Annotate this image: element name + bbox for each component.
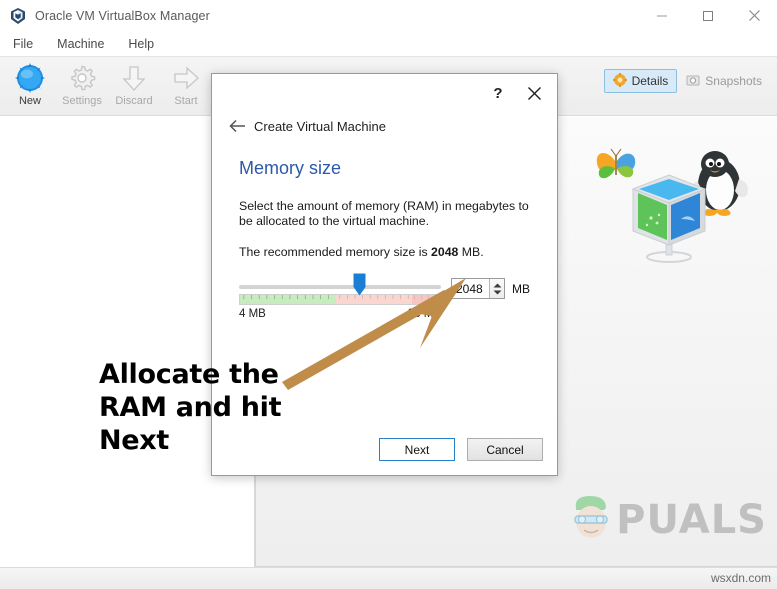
toolbar-label-settings: Settings [62, 95, 102, 107]
status-bar [0, 567, 777, 589]
scale-min-label: 4 MB [239, 308, 266, 320]
tab-details[interactable]: Details [603, 69, 678, 93]
slider-track[interactable] [239, 273, 441, 296]
scale-segment-green [240, 295, 336, 304]
dialog-heading: Memory size [239, 158, 342, 178]
spinbox-arrows[interactable] [489, 279, 504, 298]
scale-labels: 4 MB 96 MB [239, 308, 441, 320]
help-button[interactable]: ? [481, 78, 515, 108]
toolbar-buttons: New Settings Discard Start [0, 57, 212, 107]
dialog-nav: Create Virtual Machine [212, 112, 557, 140]
new-star-icon [15, 62, 45, 94]
dialog-top-bar: ? [212, 74, 557, 112]
memory-spinbox-wrap: 2048 MB [451, 278, 530, 299]
gear-icon [67, 62, 97, 94]
cancel-button[interactable]: Cancel [467, 438, 543, 461]
menu-item-help[interactable]: Help [125, 35, 165, 53]
memory-slider[interactable]: 4 MB 96 MB [239, 273, 451, 320]
memory-unit-label: MB [512, 281, 530, 296]
maximize-button[interactable] [685, 0, 731, 31]
toolbar-button-new[interactable]: New [4, 60, 56, 107]
title-bar: Oracle VM VirtualBox Manager [0, 0, 777, 32]
spinner-down-icon [493, 290, 501, 294]
virtualbox-icon [9, 7, 27, 25]
recommended-suffix: MB. [458, 245, 484, 259]
recommended-prefix: The recommended memory size is [239, 245, 432, 259]
memory-spinbox[interactable]: 2048 [451, 278, 505, 299]
dialog-paragraph-1: Select the amount of memory (RAM) in meg… [239, 199, 529, 228]
toolbar-button-discard[interactable]: Discard [108, 60, 160, 107]
scale-segment-red [412, 295, 440, 304]
menu-item-machine[interactable]: Machine [54, 35, 115, 53]
tab-details-label: Details [631, 74, 669, 88]
window-controls [639, 0, 777, 31]
toolbar-label-start: Start [174, 95, 198, 107]
close-button[interactable] [731, 0, 777, 31]
window-title: Oracle VM VirtualBox Manager [35, 9, 210, 23]
annotation-text: Allocate the RAM and hit Next [99, 358, 309, 457]
memory-slider-row: 4 MB 96 MB 2048 MB [239, 273, 530, 320]
back-arrow-icon[interactable] [224, 119, 250, 133]
scale-segment-pink [336, 295, 412, 304]
toolbar-label-new: New [18, 95, 41, 107]
appuals-watermark: PUALS [570, 492, 767, 547]
slider-handle[interactable] [353, 273, 366, 296]
toolbar-button-settings[interactable]: Settings [56, 60, 108, 107]
toolbar-label-discard: Discard [115, 95, 153, 107]
arrow-down-icon [119, 62, 149, 94]
memory-scale-bar [239, 294, 441, 305]
annotation-line-3: Next [99, 425, 170, 456]
next-button[interactable]: Next [379, 438, 455, 461]
snapshot-camera-icon [686, 73, 700, 90]
menu-bar: File Machine Help [0, 32, 777, 56]
memory-value[interactable]: 2048 [456, 282, 483, 296]
scale-max-label: 96 MB [407, 308, 441, 320]
arrow-right-icon [171, 62, 201, 94]
annotation-line-1: Allocate the [99, 359, 279, 390]
details-gear-icon [612, 72, 627, 90]
minimize-button[interactable] [639, 0, 685, 31]
virtualbox-welcome-graphic [577, 143, 767, 273]
toolbar-tabs: Details Snapshots [603, 69, 771, 93]
appuals-watermark-text: PUALS [616, 496, 767, 543]
recommended-value: 2048 [431, 245, 459, 259]
tab-snapshots[interactable]: Snapshots [677, 69, 771, 93]
dialog-nav-title: Create Virtual Machine [254, 118, 386, 134]
site-credit: wsxdn.com [710, 571, 771, 585]
spinner-up-icon [493, 283, 501, 287]
tab-snapshots-label: Snapshots [705, 74, 762, 88]
appuals-mascot-icon [570, 492, 616, 547]
toolbar-button-start[interactable]: Start [160, 60, 212, 107]
menu-item-file[interactable]: File [10, 35, 44, 53]
annotation-line-2: RAM and hit [99, 392, 282, 423]
dialog-paragraph-2: The recommended memory size is 2048 MB. [239, 245, 530, 260]
dialog-close-button[interactable] [515, 78, 553, 108]
